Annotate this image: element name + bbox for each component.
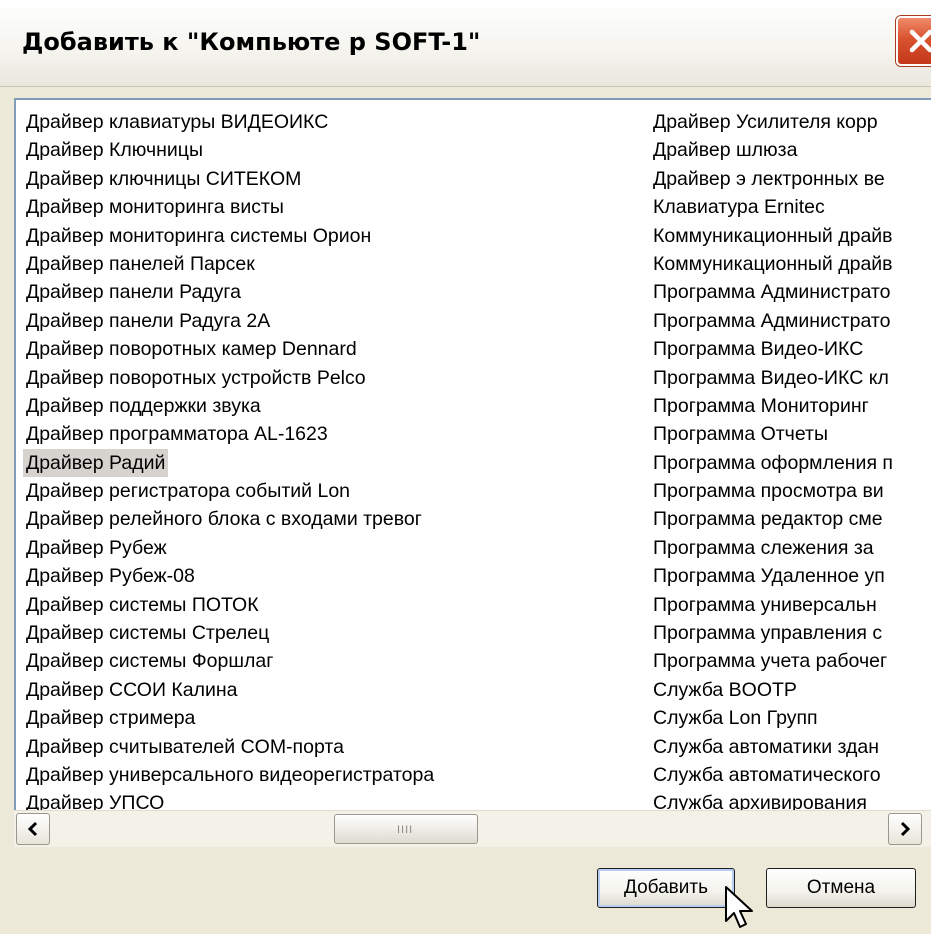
list-item[interactable]: Драйвер системы Стрелец [23, 619, 437, 647]
scroll-thumb-grip: IIII [397, 824, 414, 836]
list-item[interactable]: Драйвер Усилителя корр [653, 108, 931, 136]
list-item[interactable]: Драйвер клавиатуры ВИДЕОИКС [23, 108, 437, 136]
list-item[interactable]: Программа Мониторинг [653, 392, 931, 420]
list-item[interactable]: Драйвер считывателей COM-порта [23, 733, 437, 761]
list-item[interactable]: Драйвер панели Радуга [23, 278, 437, 306]
list-item[interactable]: Служба BOOTP [653, 676, 931, 704]
list-item[interactable]: Коммуникационный драйв [653, 222, 931, 250]
list-item[interactable]: Программа оформления п [653, 449, 931, 477]
scroll-right-button[interactable] [888, 813, 922, 845]
list-item[interactable]: Служба архивирования [653, 789, 931, 812]
arrow-right-icon [900, 821, 911, 837]
list-item[interactable]: Драйвер панелей Парсек [23, 250, 437, 278]
list-item[interactable]: Драйвер панели Радуга 2А [23, 307, 437, 335]
list-item[interactable]: Служба автоматического [653, 761, 931, 789]
list-item[interactable]: Драйвер Рубеж-08 [23, 562, 437, 590]
list-item[interactable]: Служба автоматики здан [653, 733, 931, 761]
list-item[interactable]: Драйвер мониторинга системы Орион [23, 222, 437, 250]
list-item[interactable]: Драйвер ключницы СИТЕКОМ [23, 165, 437, 193]
list-item[interactable]: Программа Видео-ИКС кл [653, 364, 931, 392]
list-item[interactable]: Драйвер э лектронных ве [653, 165, 931, 193]
cancel-button[interactable]: Отмена [766, 868, 916, 908]
list-item[interactable]: Программа Отчеты [653, 420, 931, 448]
list-item[interactable]: Коммуникационный драйв [653, 250, 931, 278]
add-component-dialog: Добавить к "Компьюте р SOFT-1" Драйвер к… [0, 0, 931, 934]
list-item[interactable]: Драйвер мониторинга висты [23, 193, 437, 221]
list-item[interactable]: Драйвер релейного блока с входами тревог [23, 505, 437, 533]
scroll-left-button[interactable] [16, 813, 50, 845]
list-item[interactable]: Программа Администрато [653, 307, 931, 335]
close-icon [909, 29, 931, 53]
component-list[interactable]: Драйвер клавиатуры ВИДЕОИКС Драйвер Ключн… [14, 98, 931, 812]
list-item[interactable]: Программа учета рабочег [653, 647, 931, 675]
title-bar[interactable]: Добавить к "Компьюте р SOFT-1" [0, 0, 931, 87]
list-item[interactable]: Программа редактор сме [653, 505, 931, 533]
horizontal-scrollbar[interactable]: IIII [14, 810, 931, 847]
list-item[interactable]: Программа Удаленное уп [653, 562, 931, 590]
mouse-cursor-icon [725, 886, 753, 928]
list-item[interactable]: Драйвер поворотных камер Dennard [23, 335, 437, 363]
close-button[interactable] [896, 16, 931, 66]
list-item[interactable]: Драйвер Рубеж [23, 534, 437, 562]
list-item[interactable]: Драйвер программатора AL-1623 [23, 420, 437, 448]
list-item[interactable]: Программа Видео-ИКС [653, 335, 931, 363]
list-item[interactable]: Драйвер системы Форшлаг [23, 647, 437, 675]
list-item[interactable]: Программа слежения за [653, 534, 931, 562]
list-item[interactable]: Клавиатура Ernitec [653, 193, 931, 221]
list-item[interactable]: Программа просмотра ви [653, 477, 931, 505]
list-item[interactable]: Драйвер стримера [23, 704, 437, 732]
list-column-left: Драйвер клавиатуры ВИДЕОИКС Драйвер Ключн… [23, 108, 437, 812]
arrow-left-icon [27, 821, 38, 837]
list-column-right: Драйвер Усилителя корр Драйвер шлюза Драйв… [653, 108, 931, 812]
list-item[interactable]: Программа универсальн [653, 591, 931, 619]
list-item[interactable]: Драйвер Радий [23, 448, 169, 478]
list-item[interactable]: Драйвер универсального видеорегистратора [23, 761, 437, 789]
list-item[interactable]: Драйвер УПСО [23, 789, 437, 812]
list-item[interactable]: Драйвер системы ПОТОК [23, 591, 437, 619]
list-item[interactable]: Программа Администрато [653, 278, 931, 306]
list-item[interactable]: Драйвер поворотных устройств Pelco [23, 364, 437, 392]
add-button[interactable]: Добавить [597, 868, 735, 908]
list-item[interactable]: Драйвер поддержки звука [23, 392, 437, 420]
list-item[interactable]: Служба Lon Групп [653, 704, 931, 732]
list-item[interactable]: Драйвер ССОИ Калина [23, 676, 437, 704]
list-item[interactable]: Драйвер шлюза [653, 136, 931, 164]
scroll-thumb[interactable]: IIII [334, 814, 478, 844]
list-item[interactable]: Программа управления с [653, 619, 931, 647]
list-item[interactable]: Драйвер Ключницы [23, 136, 437, 164]
window-title: Добавить к "Компьюте р SOFT-1" [22, 28, 481, 56]
list-item[interactable]: Драйвер регистратора событий Lon [23, 477, 437, 505]
